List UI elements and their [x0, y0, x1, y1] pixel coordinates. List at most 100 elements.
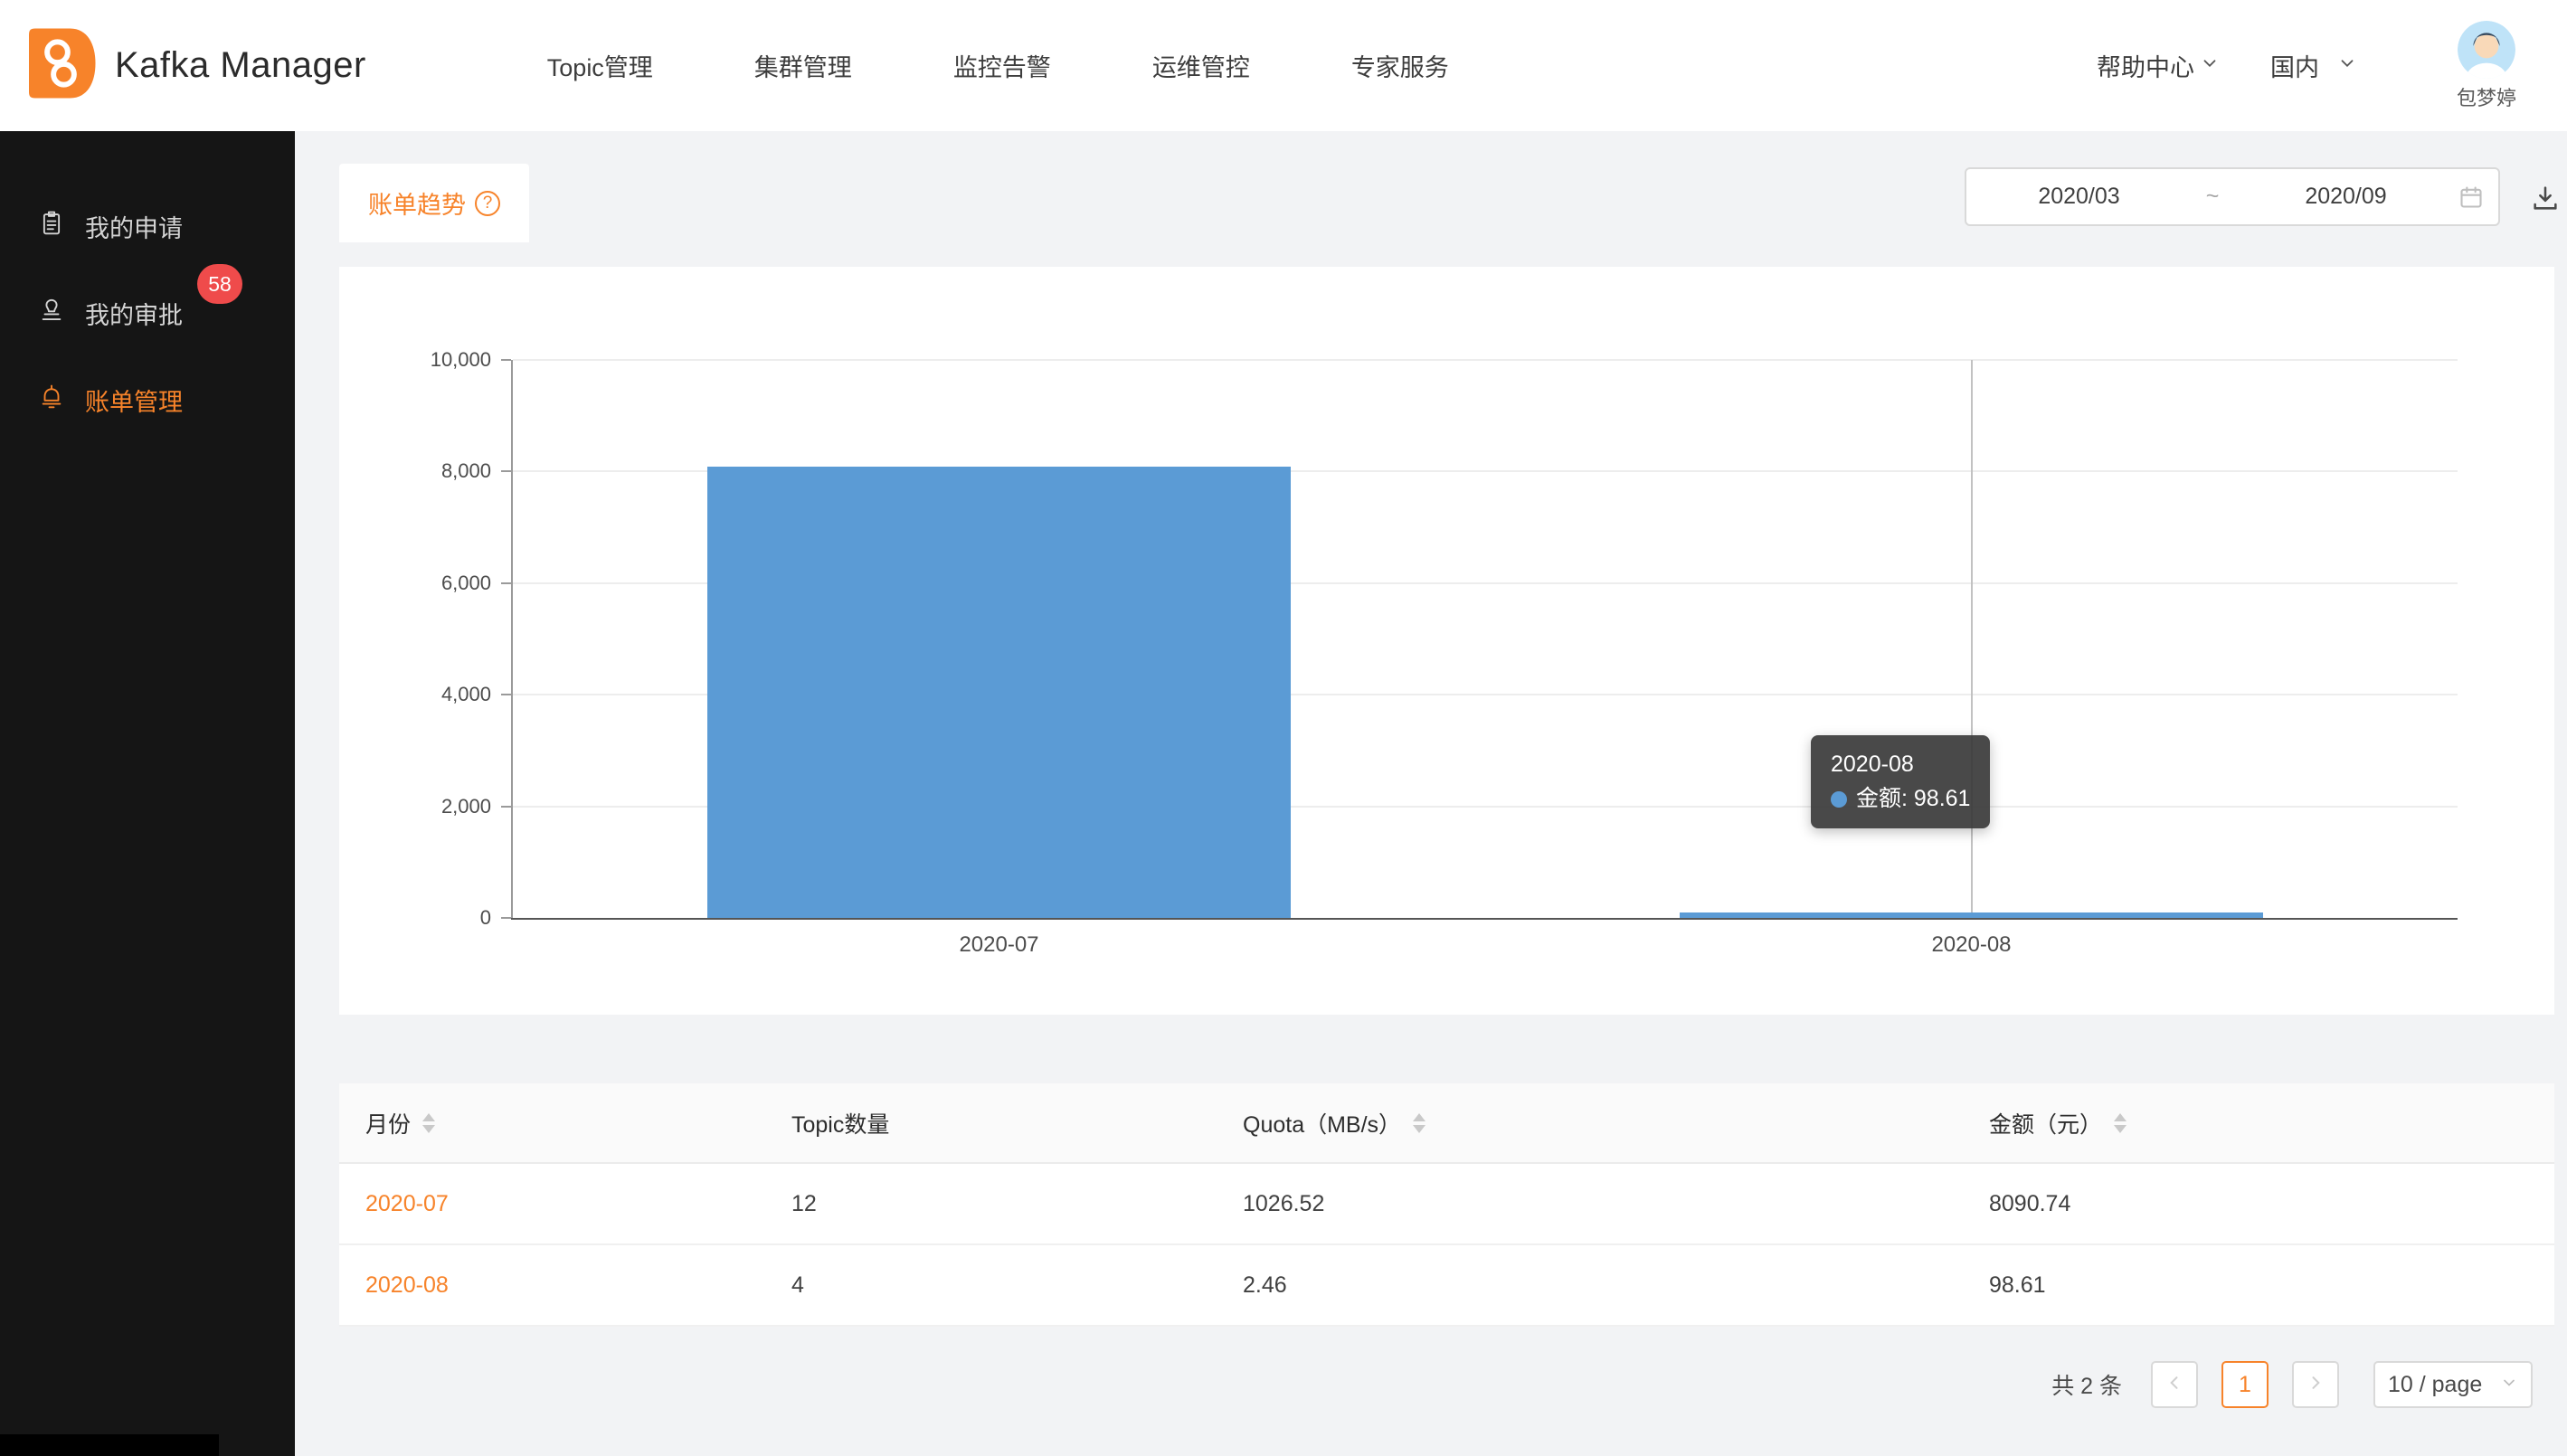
cell-month-link[interactable]: 2020-07	[365, 1191, 449, 1217]
col-month: 月份	[339, 1083, 765, 1162]
app-title: Kafka Manager	[115, 45, 366, 86]
sorter-icon[interactable]	[1413, 1113, 1426, 1133]
date-range-picker[interactable]: 2020/03 ~ 2020/09	[1965, 167, 2500, 226]
header-right: 帮助中心 国内	[2097, 21, 2516, 111]
brand: Kafka Manager	[23, 25, 366, 106]
sidebar: 我的申请 我的审批 58 账单管理	[0, 131, 295, 1456]
cell-topic-count: 12	[765, 1164, 1217, 1243]
sorter-icon[interactable]	[422, 1113, 435, 1133]
nav-item-topic-management[interactable]: Topic管理	[547, 48, 653, 83]
billing-table: 月份 Topic数量 Quota（MB/s） 金额（元） 2020-07 12	[339, 1083, 2554, 1327]
prev-page-button[interactable]	[2151, 1361, 2198, 1408]
y-tick-mark	[501, 359, 511, 361]
tab-bill-trend-label: 账单趋势	[368, 185, 466, 221]
next-page-button[interactable]	[2292, 1361, 2339, 1408]
chevron-left-icon	[2165, 1372, 2183, 1398]
y-tick-label: 2,000	[314, 794, 491, 819]
page-size-value: 10 / page	[2388, 1372, 2482, 1398]
sidebar-bottom-strip	[0, 1434, 219, 1456]
nav-item-cluster-management[interactable]: 集群管理	[754, 48, 852, 83]
chart-card: 02,0004,0006,0008,00010,0002020-072020-0…	[339, 267, 2554, 1015]
chevron-down-icon	[2200, 52, 2220, 80]
y-tick-mark	[501, 582, 511, 584]
sidebar-item-label: 账单管理	[85, 383, 183, 418]
sidebar-item-label: 我的申请	[85, 209, 183, 244]
region-label: 国内	[2270, 48, 2319, 83]
avatar-icon	[2458, 21, 2515, 79]
nav-item-ops-control[interactable]: 运维管控	[1152, 48, 1250, 83]
sidebar-item-my-applications[interactable]: 我的申请	[0, 183, 295, 269]
sidebar-item-my-approvals[interactable]: 我的审批 58	[0, 269, 295, 356]
region-menu[interactable]: 国内	[2270, 48, 2357, 83]
sorter-icon[interactable]	[2114, 1113, 2127, 1133]
table-row: 2020-08 4 2.46 98.61	[339, 1245, 2554, 1327]
x-axis-line	[511, 918, 2458, 920]
tooltip-row: 金额: 98.61	[1831, 782, 1970, 817]
chevron-right-icon	[2307, 1372, 2325, 1398]
col-amount-label: 金额（元）	[1989, 1107, 2102, 1139]
clipboard-icon	[38, 210, 65, 243]
col-quota-label: Quota（MB/s）	[1243, 1107, 1401, 1139]
y-tick-label: 4,000	[314, 682, 491, 707]
x-tick-label: 2020-07	[864, 932, 1135, 958]
y-axis-line	[511, 360, 513, 918]
tooltip-text: 金额: 98.61	[1856, 786, 1970, 811]
tooltip-title: 2020-08	[1831, 748, 1970, 782]
content: 账单趋势 2020/03 ~ 2020/09 02,0004,0006,	[295, 131, 2567, 1456]
question-circle-icon[interactable]	[475, 191, 500, 216]
help-center-label: 帮助中心	[2097, 48, 2194, 83]
col-topic-count: Topic数量	[765, 1083, 1217, 1162]
col-topic-count-label: Topic数量	[791, 1107, 889, 1139]
bar-2020-07[interactable]	[707, 467, 1291, 918]
col-quota: Quota（MB/s）	[1217, 1083, 1963, 1162]
col-month-label: 月份	[365, 1107, 411, 1139]
y-tick-label: 8,000	[314, 459, 491, 484]
top-navbar: Kafka Manager Topic管理 集群管理 监控告警 运维管控 专家服…	[0, 0, 2567, 131]
date-start[interactable]: 2020/03	[1966, 184, 2192, 210]
sidebar-item-billing-management[interactable]: 账单管理	[0, 356, 295, 443]
main-nav: Topic管理 集群管理 监控告警 运维管控 专家服务	[547, 48, 1449, 83]
calendar-icon	[2458, 184, 2484, 210]
col-amount: 金额（元）	[1963, 1083, 2554, 1162]
app-logo-icon[interactable]	[23, 25, 99, 106]
cell-amount: 98.61	[1963, 1245, 2554, 1325]
stamp-icon	[38, 297, 65, 330]
nav-item-monitor-alerts[interactable]: 监控告警	[953, 48, 1051, 83]
approval-count-badge: 58	[197, 264, 242, 304]
cell-quota: 1026.52	[1217, 1164, 1963, 1243]
y-tick-label: 10,000	[314, 347, 491, 373]
nav-item-expert-service[interactable]: 专家服务	[1351, 48, 1449, 83]
date-separator: ~	[2192, 184, 2233, 210]
date-end[interactable]: 2020/09	[2233, 184, 2458, 210]
y-tick-label: 0	[314, 905, 491, 931]
y-tick-mark	[501, 806, 511, 808]
cell-topic-count: 4	[765, 1245, 1217, 1325]
download-icon[interactable]	[2527, 180, 2563, 216]
cell-month-link[interactable]: 2020-08	[365, 1272, 449, 1299]
x-tick-label: 2020-08	[1836, 932, 2108, 958]
tab-bill-trend[interactable]: 账单趋势	[339, 164, 529, 242]
table-header-row: 月份 Topic数量 Quota（MB/s） 金额（元）	[339, 1083, 2554, 1164]
chart-tooltip: 2020-08 金额: 98.61	[1811, 735, 1990, 828]
chart-plot: 02,0004,0006,0008,00010,0002020-072020-0…	[513, 360, 2458, 918]
chevron-down-icon	[2500, 1372, 2518, 1398]
page-1-button[interactable]: 1	[2221, 1361, 2269, 1408]
alarm-icon	[38, 383, 65, 417]
pagination: 共 2 条 1 10 / page	[2051, 1361, 2533, 1408]
y-tick-mark	[501, 694, 511, 695]
table-row: 2020-07 12 1026.52 8090.74	[339, 1164, 2554, 1245]
chevron-down-icon	[2337, 52, 2357, 80]
y-tick-mark	[501, 470, 511, 472]
cell-amount: 8090.74	[1963, 1164, 2554, 1243]
sidebar-item-label: 我的审批	[85, 296, 183, 331]
crosshair-line	[1971, 360, 1973, 918]
username: 包梦婷	[2457, 82, 2516, 111]
page: Kafka Manager Topic管理 集群管理 监控告警 运维管控 专家服…	[0, 0, 2567, 1456]
page-size-select[interactable]: 10 / page	[2373, 1361, 2533, 1408]
y-tick-label: 6,000	[314, 571, 491, 596]
user-menu[interactable]: 包梦婷	[2457, 21, 2516, 111]
tooltip-dot	[1831, 791, 1847, 808]
total-count: 共 2 条	[2051, 1368, 2122, 1401]
gridline	[513, 359, 2458, 361]
help-center-menu[interactable]: 帮助中心	[2097, 48, 2220, 83]
